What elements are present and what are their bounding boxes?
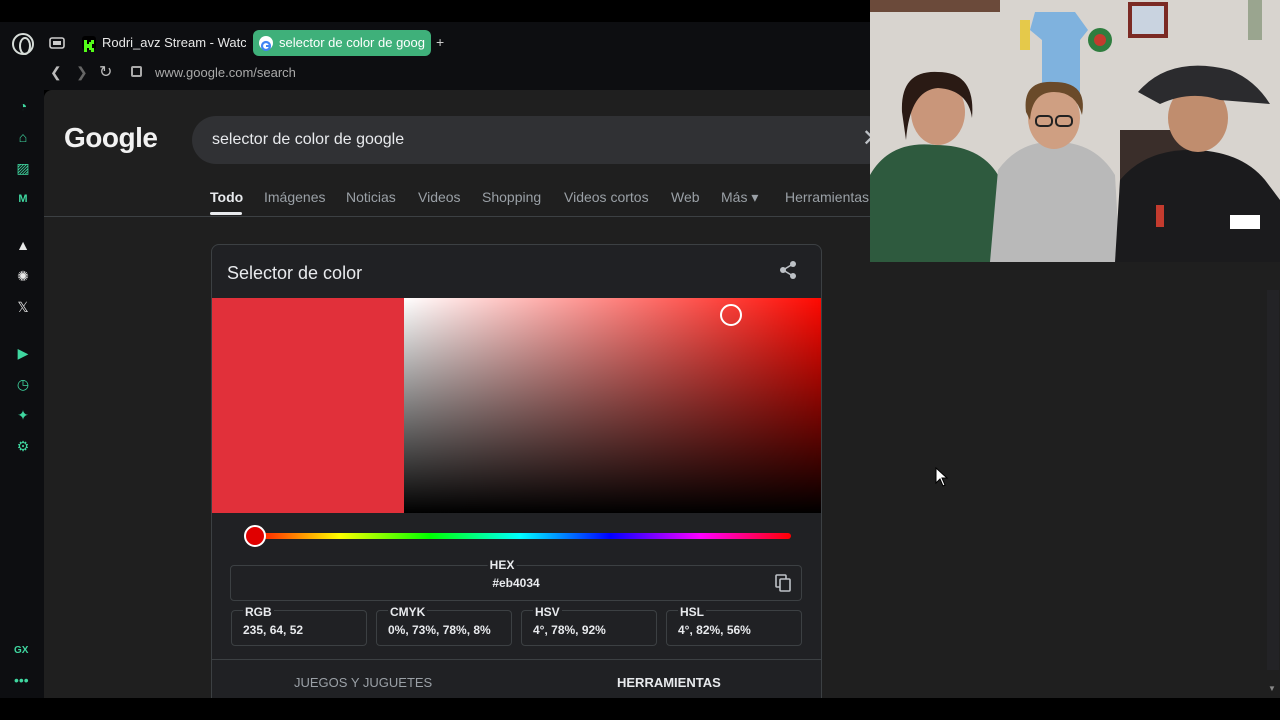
reload-icon[interactable]: ↻ bbox=[99, 62, 112, 82]
more-dots-icon[interactable]: ••• bbox=[14, 672, 29, 688]
kick-icon bbox=[82, 36, 96, 52]
gx-corner-icon[interactable]: GX bbox=[14, 645, 28, 656]
tab-mas[interactable]: Más ▾ bbox=[721, 189, 758, 206]
color-picker-card: Selector de color #eb4034 HEX RGB 235, 6… bbox=[211, 244, 822, 698]
rgb-field[interactable]: RGB 235, 64, 52 bbox=[231, 605, 367, 646]
active-tab-indicator bbox=[210, 212, 242, 215]
browser-sidebar: ◔ ⌂ ▨ M ▲ ✺ 𝕏 ▶ ◷ ✦ ⚙ bbox=[0, 90, 44, 698]
divider bbox=[44, 216, 870, 217]
hsl-label: HSL bbox=[678, 605, 706, 619]
hex-label: HEX bbox=[487, 558, 517, 572]
card-title: Selector de color bbox=[227, 263, 363, 283]
hue-slider-knob[interactable] bbox=[244, 525, 267, 547]
value-gradient bbox=[404, 298, 821, 513]
tab-kick-stream[interactable]: Rodri_avz Stream - Watch bbox=[76, 30, 246, 56]
opera-gx-logo-icon[interactable] bbox=[12, 33, 34, 55]
clear-search-icon[interactable]: ✕ bbox=[862, 126, 870, 152]
address-bar[interactable]: www.google.com/search bbox=[155, 65, 296, 80]
copy-icon[interactable] bbox=[775, 574, 791, 592]
back-arrow-icon[interactable]: ❮ bbox=[50, 64, 62, 81]
cmyk-field[interactable]: CMYK 0%, 73%, 78%, 8% bbox=[376, 605, 512, 646]
hue-slider[interactable] bbox=[249, 533, 791, 539]
tab-shopping[interactable]: Shopping bbox=[482, 189, 541, 205]
tab-web[interactable]: Web bbox=[671, 189, 700, 205]
tab-noticias[interactable]: Noticias bbox=[346, 189, 396, 205]
shopping-icon[interactable]: ⌂ bbox=[13, 127, 33, 147]
saturation-value-area[interactable] bbox=[404, 298, 821, 513]
rgb-label: RGB bbox=[243, 605, 274, 619]
chatgpt-icon[interactable]: ✺ bbox=[13, 266, 33, 286]
category-herramientas[interactable]: HERRAMIENTAS bbox=[617, 675, 721, 690]
share-icon[interactable] bbox=[777, 259, 799, 281]
tab-todo[interactable]: Todo bbox=[210, 189, 243, 205]
x-twitter-icon[interactable]: 𝕏 bbox=[13, 297, 33, 317]
scrollbar-thumb[interactable] bbox=[1267, 290, 1279, 670]
search-box[interactable]: selector de color de google ✕ bbox=[192, 116, 870, 164]
workspaces-icon[interactable] bbox=[49, 36, 65, 50]
tab-google-search[interactable]: selector de color de goog bbox=[253, 30, 431, 56]
color-swatch bbox=[212, 298, 404, 513]
lock-icon bbox=[131, 66, 142, 77]
divider bbox=[212, 659, 821, 660]
hsl-value[interactable]: 4°, 82%, 56% bbox=[678, 623, 751, 637]
extensions-icon[interactable]: ✦ bbox=[13, 405, 33, 425]
category-juegos[interactable]: JUEGOS Y JUGUETES bbox=[294, 675, 432, 690]
hsv-field[interactable]: HSV 4°, 78%, 92% bbox=[521, 605, 657, 646]
forward-arrow-icon[interactable]: ❯ bbox=[76, 64, 88, 81]
tab-herramientas[interactable]: Herramientas bbox=[785, 189, 869, 205]
mouse-cursor-icon bbox=[935, 467, 949, 487]
new-tab-button[interactable]: + bbox=[436, 35, 450, 49]
google-results-page: Google selector de color de google ✕ Tod… bbox=[44, 90, 870, 698]
color-picker-handle[interactable] bbox=[719, 304, 742, 327]
bottom-bar bbox=[0, 698, 1280, 720]
google-icon bbox=[259, 36, 273, 52]
tab-videos[interactable]: Videos bbox=[418, 189, 461, 205]
speed-dial-icon[interactable]: ◔ bbox=[13, 96, 33, 116]
cmyk-value[interactable]: 0%, 73%, 78%, 8% bbox=[388, 623, 491, 637]
search-input[interactable]: selector de color de google bbox=[212, 131, 404, 149]
tab-label: Rodri_avz Stream - Watch bbox=[102, 35, 246, 50]
hex-value[interactable]: #eb4034 bbox=[231, 576, 801, 590]
google-logo[interactable]: Google bbox=[64, 122, 158, 154]
webcam-overlay bbox=[870, 0, 1280, 262]
rgb-value[interactable]: 235, 64, 52 bbox=[243, 623, 303, 637]
tab-videos-cortos[interactable]: Videos cortos bbox=[564, 189, 649, 205]
twitch-icon[interactable]: ▨ bbox=[13, 158, 33, 178]
messenger-icon[interactable]: M bbox=[13, 189, 33, 209]
webcam-people-image bbox=[870, 0, 1280, 262]
tab-label: selector de color de goog bbox=[279, 35, 425, 50]
screen: Rodri_avz Stream - Watch selector de col… bbox=[0, 0, 1280, 720]
scroll-down-icon[interactable]: ▼ bbox=[1268, 684, 1276, 693]
player-icon[interactable]: ▶ bbox=[13, 343, 33, 363]
hsv-value[interactable]: 4°, 78%, 92% bbox=[533, 623, 606, 637]
tab-imagenes[interactable]: Imágenes bbox=[264, 189, 325, 205]
aria-icon[interactable]: ▲ bbox=[13, 235, 33, 255]
hsv-label: HSV bbox=[533, 605, 562, 619]
page-right-area bbox=[870, 262, 1266, 698]
cmyk-label: CMYK bbox=[388, 605, 428, 619]
settings-gear-icon[interactable]: ⚙ bbox=[13, 436, 33, 456]
history-icon[interactable]: ◷ bbox=[13, 374, 33, 394]
hsl-field[interactable]: HSL 4°, 82%, 56% bbox=[666, 605, 802, 646]
